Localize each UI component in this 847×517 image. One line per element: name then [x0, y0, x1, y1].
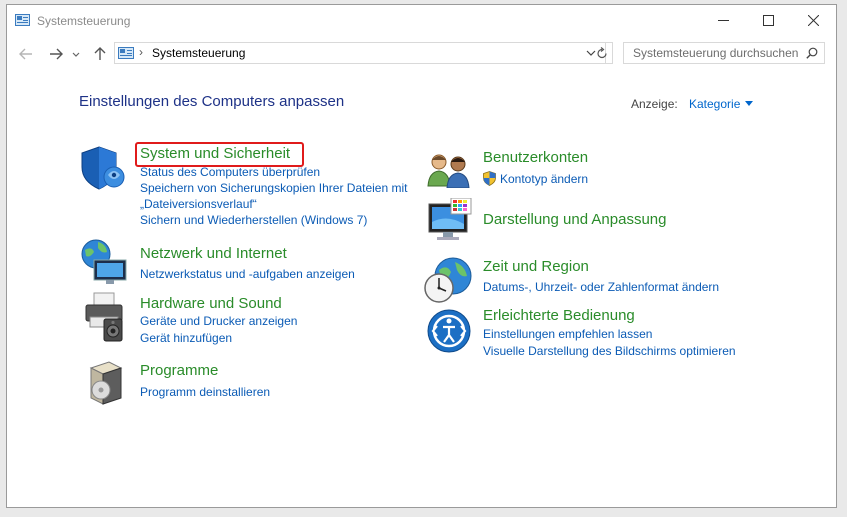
link-date-time-format[interactable]: Datums-, Uhrzeit- oder Zahlenformat ände… [483, 280, 719, 294]
category-title-appearance[interactable]: Darstellung und Anpassung [483, 211, 666, 228]
up-arrow-icon[interactable] [91, 45, 109, 63]
category-title-network[interactable]: Netzwerk und Internet [140, 245, 287, 262]
category-title-user-accounts[interactable]: Benutzerkonten [483, 149, 588, 166]
search-input[interactable]: Systemsteuerung durchsuchen [633, 46, 798, 60]
control-panel-window: Systemsteuerung › Systemsteuerung System… [6, 4, 837, 508]
navigation-bar: › Systemsteuerung Systemsteuerung durchs… [7, 39, 836, 69]
printer-speaker-icon[interactable] [80, 291, 130, 343]
link-file-history[interactable]: „Dateiversionsverlauf“ [140, 197, 257, 211]
view-by-dropdown-arrow-icon[interactable] [745, 101, 753, 106]
link-network-status[interactable]: Netzwerkstatus und -aufgaben anzeigen [140, 267, 355, 281]
category-title-time-region[interactable]: Zeit und Region [483, 258, 589, 275]
refresh-button[interactable] [591, 42, 613, 64]
link-backup-file-history[interactable]: Speichern von Sicherungskopien Ihrer Dat… [140, 181, 407, 195]
link-add-device[interactable]: Gerät hinzufügen [140, 331, 232, 345]
search-icon[interactable] [806, 47, 818, 59]
recent-locations-chevron-icon[interactable] [71, 45, 81, 63]
link-change-account-type[interactable]: Kontotyp ändern [500, 172, 588, 186]
link-check-computer-status[interactable]: Status des Computers überprüfen [140, 165, 320, 179]
category-title-system-security[interactable]: System und Sicherheit [140, 145, 290, 162]
category-title-accessibility[interactable]: Erleichterte Bedienung [483, 307, 635, 324]
network-globe-icon[interactable] [80, 238, 130, 286]
link-uninstall-program[interactable]: Programm deinstallieren [140, 385, 270, 399]
maximize-icon [763, 15, 774, 26]
category-title-programs[interactable]: Programme [140, 362, 218, 379]
title-bar: Systemsteuerung [7, 5, 836, 37]
back-arrow-icon[interactable] [17, 45, 35, 63]
control-panel-icon [118, 47, 134, 59]
forward-arrow-icon[interactable] [47, 45, 65, 63]
programs-disc-box-icon[interactable] [87, 360, 127, 406]
address-bar[interactable]: › Systemsteuerung [114, 42, 606, 64]
view-by-dropdown[interactable]: Kategorie [689, 97, 740, 111]
security-shield-icon[interactable] [80, 145, 128, 191]
close-button[interactable] [791, 5, 836, 35]
refresh-icon [597, 47, 607, 59]
minimize-icon [718, 20, 729, 21]
view-by-label: Anzeige: [631, 97, 678, 111]
search-box[interactable]: Systemsteuerung durchsuchen [623, 42, 825, 64]
appearance-monitor-icon[interactable] [427, 198, 473, 244]
breadcrumb-systemsteuerung[interactable]: Systemsteuerung [152, 46, 245, 60]
link-backup-restore-windows7[interactable]: Sichern und Wiederherstellen (Windows 7) [140, 213, 367, 227]
link-devices-printers[interactable]: Geräte und Drucker anzeigen [140, 314, 297, 328]
close-icon [808, 15, 819, 26]
clock-globe-icon[interactable] [423, 256, 473, 304]
page-heading: Einstellungen des Computers anpassen [79, 93, 345, 110]
uac-shield-icon [483, 171, 496, 186]
category-title-hardware-sound[interactable]: Hardware und Sound [140, 295, 282, 312]
link-recommend-settings[interactable]: Einstellungen empfehlen lassen [483, 327, 652, 341]
user-accounts-icon[interactable] [427, 152, 473, 188]
link-optimize-visual-display[interactable]: Visuelle Darstellung des Bildschirms opt… [483, 344, 736, 358]
accessibility-icon[interactable] [426, 308, 472, 354]
minimize-button[interactable] [701, 5, 746, 35]
breadcrumb-separator-icon: › [139, 45, 143, 59]
maximize-button[interactable] [746, 5, 791, 35]
window-title: Systemsteuerung [37, 14, 131, 28]
control-panel-icon [15, 14, 30, 26]
